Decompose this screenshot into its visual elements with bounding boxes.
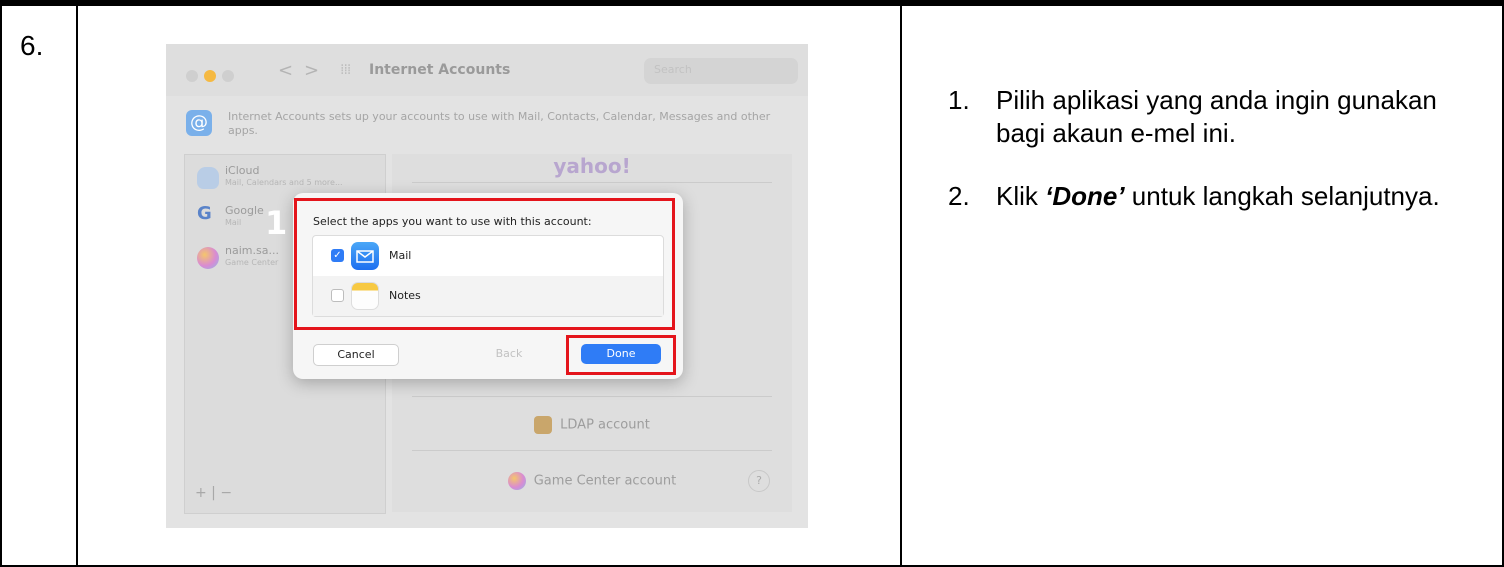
instruction-table: 6. < > ⁞⁞⁞ Internet Accounts Search @ In… (0, 0, 1504, 567)
instruction-number: 2. (948, 181, 970, 211)
instruction-item: 1. Pilih aplikasi yang anda ingin gunaka… (948, 84, 1488, 150)
account-name: Google (225, 204, 264, 217)
cloud-icon (197, 167, 219, 189)
back-button[interactable]: Back (479, 344, 539, 364)
cancel-button[interactable]: Cancel (313, 344, 399, 366)
highlight-done-button (566, 335, 676, 375)
ldap-provider[interactable]: LDAP account (392, 416, 792, 434)
close-window-icon[interactable] (186, 70, 198, 82)
google-icon: G (197, 203, 212, 224)
instruction-text: untuk langkah selanjutnya. (1124, 181, 1440, 211)
grid-view-icon[interactable]: ⁞⁞⁞ (340, 62, 351, 78)
table-left-border (0, 0, 2, 567)
column-divider-2 (900, 0, 902, 567)
divider (412, 450, 772, 451)
game-center-label: Game Center account (533, 473, 677, 489)
help-button[interactable]: ? (748, 470, 770, 492)
account-services: Mail, Calendars and 5 more... (225, 178, 343, 187)
ldap-label: LDAP account (560, 417, 650, 433)
search-placeholder: Search (654, 63, 692, 76)
callout-number: 1 (265, 204, 288, 242)
zoom-window-icon[interactable] (222, 70, 234, 82)
table-top-border (0, 0, 1504, 6)
add-remove-account-buttons[interactable]: + | − (195, 485, 265, 505)
at-sign-icon: @ (186, 110, 212, 136)
instruction-emphasis: ‘Done’ (1045, 181, 1125, 211)
pane-description: Internet Accounts sets up your accounts … (228, 110, 771, 137)
game-center-icon (197, 247, 219, 269)
instruction-item: 2. Klik ‘Done’ untuk langkah selanjutnya… (948, 180, 1488, 213)
column-divider-1 (76, 0, 78, 567)
forward-arrow-icon[interactable]: > (304, 60, 319, 81)
instruction-text: Pilih aplikasi yang anda ingin gunakan b… (996, 85, 1437, 148)
macos-screenshot: < > ⁞⁞⁞ Internet Accounts Search @ Inter… (166, 44, 808, 528)
account-name: naim.sa... (225, 244, 279, 257)
instruction-text: Klik (996, 181, 1046, 211)
minimize-window-icon[interactable] (204, 70, 216, 82)
account-services: Game Center (225, 258, 279, 267)
step-number: 6. (20, 30, 44, 61)
game-center-icon (507, 472, 526, 490)
window-titlebar: < > ⁞⁞⁞ Internet Accounts Search (166, 44, 808, 96)
yahoo-provider[interactable]: yahoo! (392, 154, 792, 178)
account-name: iCloud (225, 164, 260, 177)
search-field[interactable]: Search (644, 58, 798, 84)
instruction-number: 1. (948, 85, 970, 115)
instructions-list: 1. Pilih aplikasi yang anda ingin gunaka… (948, 84, 1488, 243)
divider (412, 396, 772, 397)
window-title: Internet Accounts (369, 62, 511, 78)
account-services: Mail (225, 218, 242, 227)
ldap-icon (534, 416, 553, 434)
divider (412, 182, 772, 183)
back-arrow-icon[interactable]: < (278, 60, 293, 81)
highlight-app-selection (294, 198, 675, 330)
game-center-provider[interactable]: Game Center account (392, 472, 792, 490)
